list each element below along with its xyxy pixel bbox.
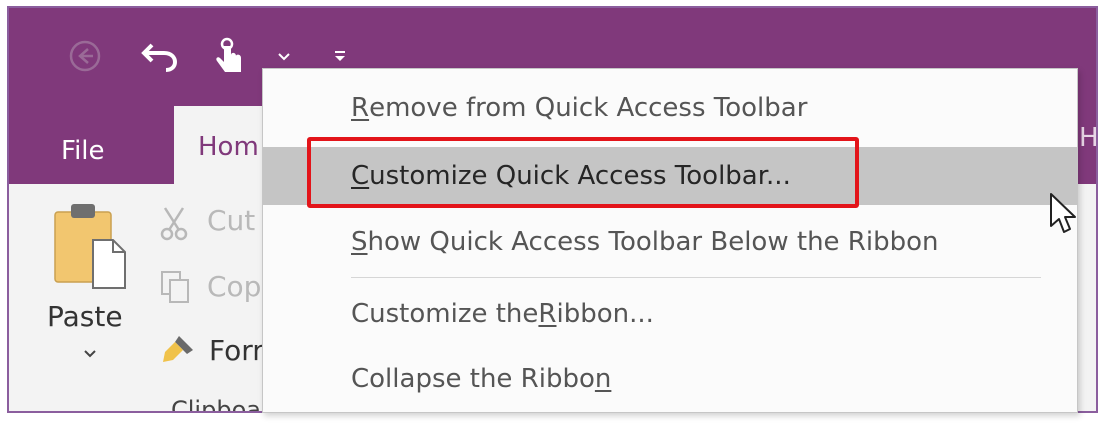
- menu-item-mnemonic: S: [351, 227, 368, 257]
- paste-label[interactable]: Paste: [47, 300, 123, 333]
- back-arrow-icon[interactable]: [63, 36, 107, 76]
- menu-item-text: emove from Quick Access Toolbar: [369, 93, 808, 123]
- tab-partial[interactable]: H: [1079, 123, 1096, 153]
- menu-item-text: ibbon...: [556, 299, 654, 329]
- copy-icon: [159, 268, 193, 310]
- menu-item-remove-from-qat[interactable]: Remove from Quick Access Toolbar: [263, 79, 1077, 137]
- context-menu: Remove from Quick Access Toolbar Customi…: [262, 68, 1078, 413]
- format-painter-icon: [159, 332, 197, 370]
- menu-item-mnemonic: n: [594, 364, 612, 394]
- menu-item-mnemonic: R: [351, 93, 370, 123]
- menu-item-show-qat-below-ribbon[interactable]: Show Quick Access Toolbar Below the Ribb…: [263, 213, 1077, 271]
- menu-item-customize-ribbon[interactable]: Customize the Ribbon...: [263, 285, 1077, 343]
- menu-item-mnemonic: R: [538, 299, 557, 329]
- menu-item-text: Customize the: [351, 299, 539, 329]
- mouse-pointer-icon: [1048, 192, 1078, 242]
- copy-button[interactable]: Cop: [207, 270, 261, 303]
- scissors-icon: [157, 204, 191, 246]
- cut-button[interactable]: Cut: [207, 204, 255, 237]
- highlight-annotation: [307, 137, 859, 208]
- paste-dropdown-icon[interactable]: [83, 344, 97, 363]
- undo-icon[interactable]: [137, 36, 183, 76]
- tab-file[interactable]: File: [61, 118, 105, 184]
- clipboard-group-label: Clipboa: [171, 396, 261, 413]
- touch-mode-icon[interactable]: [207, 36, 253, 76]
- menu-separator: [351, 277, 1041, 278]
- paste-icon[interactable]: [49, 200, 129, 296]
- menu-item-collapse-ribbon[interactable]: Collapse the Ribbo n: [263, 350, 1077, 408]
- menu-item-text: Collapse the Ribbo: [351, 364, 595, 394]
- menu-item-text: how Quick Access Toolbar Below the Ribbo…: [367, 227, 939, 257]
